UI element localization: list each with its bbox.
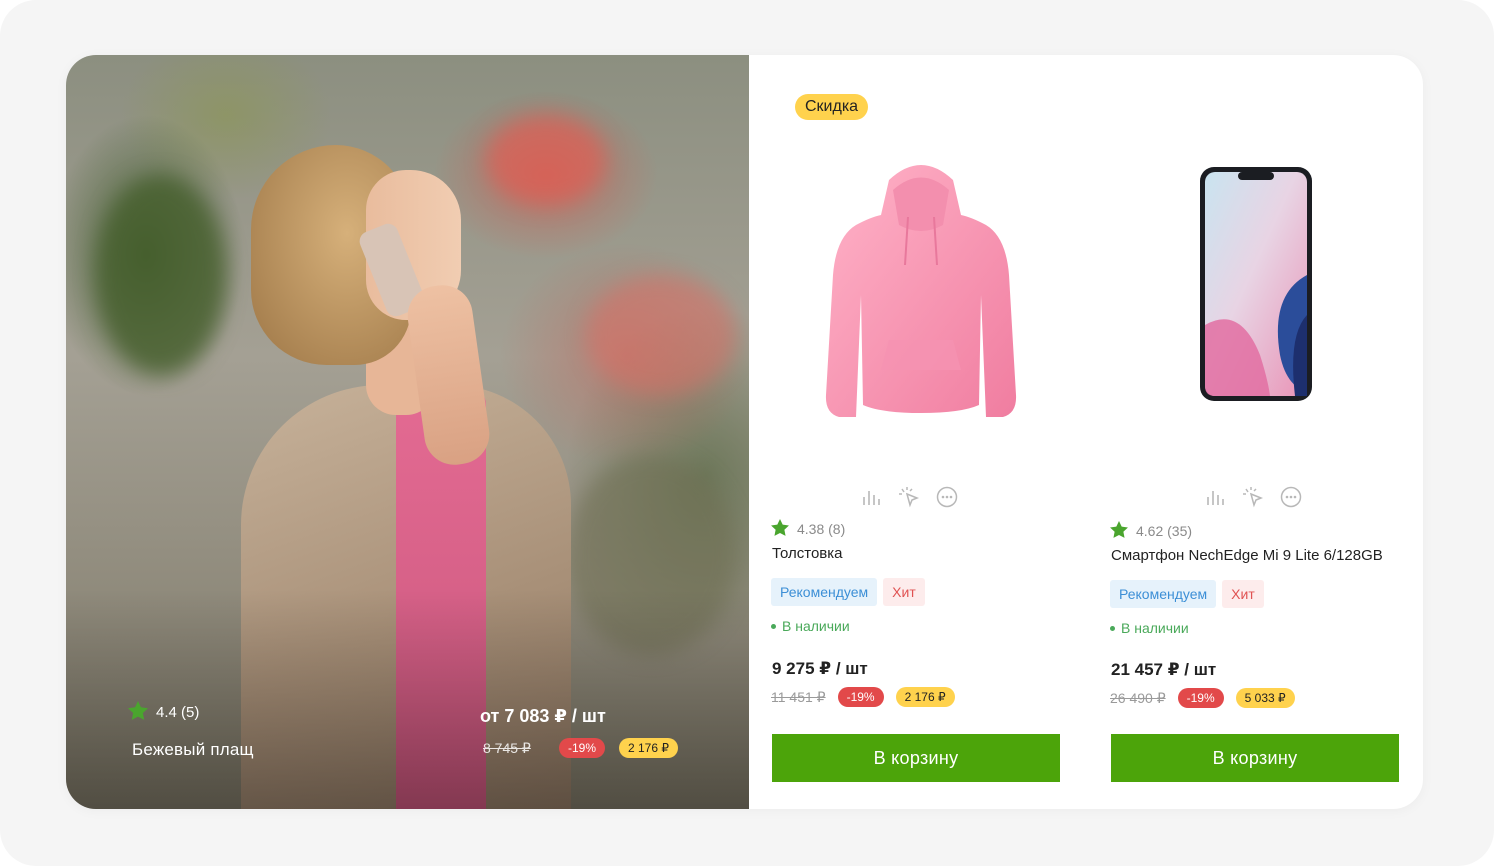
rating-value: 4.38 (8): [797, 521, 846, 537]
hero-discount-badge: -19%: [559, 738, 606, 758]
photo-shade: [66, 589, 749, 809]
tag-hit: Хит: [883, 578, 925, 606]
discount-badge: -19%: [1177, 688, 1224, 708]
hero-rating: 4.4 (5): [128, 701, 199, 724]
compare-icon[interactable]: [1203, 485, 1227, 509]
rating-value: 4.62 (35): [1136, 523, 1193, 539]
hero-bonus-badge: 2 176 ₽: [619, 738, 678, 758]
product-image-smartphone[interactable]: [1150, 155, 1370, 435]
stock-dot-icon: [771, 623, 776, 629]
hero-rating-value: 4.4 (5): [156, 704, 200, 721]
add-to-cart-button[interactable]: В корзину: [772, 734, 1060, 782]
bonus-badge: 2 176 ₽: [895, 687, 955, 707]
product-card-hoodie: 4.38 (8) Толстовка Рекомендуем Хит В нал…: [771, 55, 1071, 809]
stock-status: В наличии: [1110, 620, 1189, 636]
hero-product[interactable]: 4.4 (5) Бежевый плащ от 7 083 ₽ / шт 8 7…: [66, 55, 749, 809]
product-rating: 4.62 (35): [1110, 521, 1192, 541]
product-image-hoodie[interactable]: [811, 155, 1031, 435]
product-tags: Рекомендуем Хит: [1110, 580, 1264, 608]
star-icon: [1110, 521, 1128, 541]
product-price: 9 275 ₽ / шт: [772, 659, 868, 678]
add-to-cart-button[interactable]: В корзину: [1111, 734, 1399, 782]
product-tags: Рекомендуем Хит: [771, 578, 925, 606]
star-icon: [771, 519, 789, 539]
stock-status: В наличии: [771, 618, 850, 634]
bonus-badge: 5 033 ₽: [1235, 688, 1295, 708]
product-rating: 4.38 (8): [771, 519, 845, 539]
tag-hit: Хит: [1222, 580, 1264, 608]
product-actions: [1203, 485, 1303, 509]
product-price: 21 457 ₽ / шт: [1111, 660, 1217, 679]
hero-price: от 7 083 ₽ / шт: [480, 706, 606, 726]
old-price: 11 451 ₽: [771, 688, 826, 705]
compare-icon[interactable]: [859, 485, 883, 509]
price-details: 26 490 ₽ -19% 5 033 ₽: [1110, 688, 1295, 708]
hero-title[interactable]: Бежевый плащ: [132, 740, 254, 760]
more-icon[interactable]: [935, 485, 959, 509]
photo-bokeh: [486, 115, 606, 205]
hero-old-price: 8 745 ₽: [483, 740, 531, 756]
star-icon: [128, 701, 148, 724]
product-title[interactable]: Смартфон NechEdge Mi 9 Lite 6/128GB: [1111, 547, 1383, 564]
tag-recommend: Рекомендуем: [771, 578, 878, 606]
product-showcase: 4.4 (5) Бежевый плащ от 7 083 ₽ / шт 8 7…: [66, 55, 1423, 809]
one-click-icon[interactable]: [897, 485, 921, 509]
photo-bokeh: [586, 275, 736, 395]
stock-label: В наличии: [782, 618, 850, 634]
more-icon[interactable]: [1279, 485, 1303, 509]
tag-recommend: Рекомендуем: [1110, 580, 1217, 608]
price-details: 11 451 ₽ -19% 2 176 ₽: [771, 687, 955, 707]
stock-dot-icon: [1110, 625, 1115, 631]
one-click-icon[interactable]: [1241, 485, 1265, 509]
old-price: 26 490 ₽: [1110, 689, 1166, 706]
product-title[interactable]: Толстовка: [772, 545, 843, 562]
stock-label: В наличии: [1121, 620, 1189, 636]
discount-badge: -19%: [837, 687, 884, 707]
product-actions: [859, 485, 959, 509]
photo-bokeh: [96, 175, 226, 375]
product-card-smartphone: 4.62 (35) Смартфон NechEdge Mi 9 Lite 6/…: [1110, 55, 1410, 809]
